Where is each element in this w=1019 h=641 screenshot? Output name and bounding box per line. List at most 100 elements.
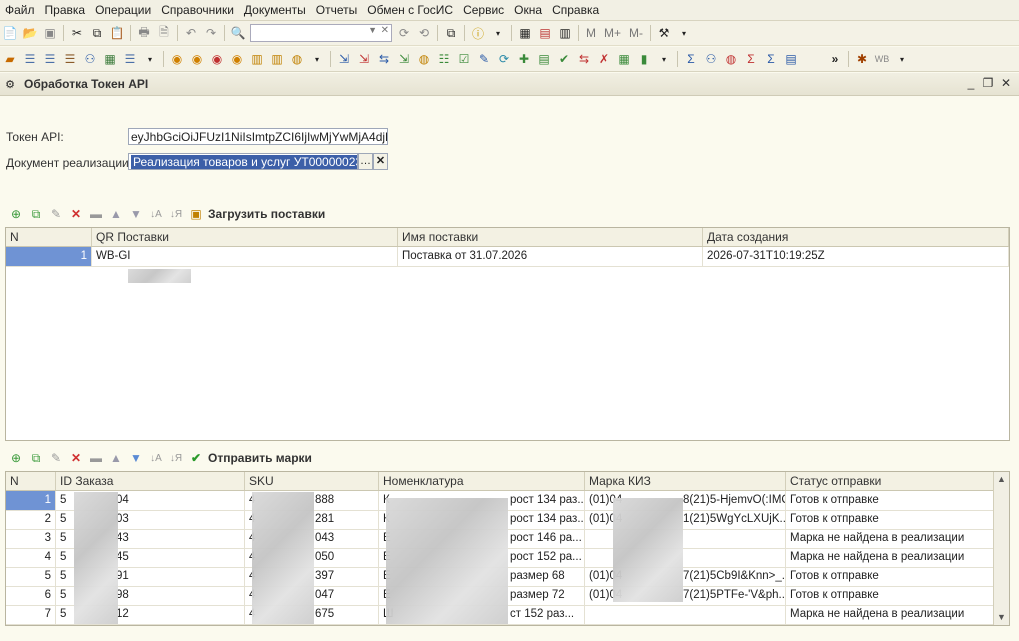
doc-move-red-icon[interactable]: ⇆	[575, 51, 593, 67]
report-icon[interactable]: Σ	[682, 51, 700, 67]
web-icon[interactable]: WB	[873, 51, 891, 67]
print-icon[interactable]: 🖶	[135, 25, 153, 41]
menu-operations[interactable]: Операции	[90, 3, 156, 17]
cut-icon[interactable]: ✂	[68, 25, 86, 41]
menu-documents[interactable]: Документы	[239, 3, 311, 17]
memory-button[interactable]: M	[586, 26, 596, 40]
dropdown-arrow-icon[interactable]: ▾	[489, 25, 507, 41]
doc-edit-icon[interactable]: ✎	[475, 51, 493, 67]
stack-blue-icon[interactable]: ☰	[41, 51, 59, 67]
more-chevron-icon[interactable]: »	[826, 51, 844, 67]
purchases-icon[interactable]: ◉	[188, 51, 206, 67]
table-icon[interactable]: ▦	[101, 51, 119, 67]
store-icon[interactable]: ▥	[268, 51, 286, 67]
col-sku[interactable]: SKU	[245, 472, 379, 490]
move-down-icon[interactable]: ▼	[127, 206, 145, 222]
calendar-icon[interactable]: ▤	[536, 25, 554, 41]
sort-desc-icon[interactable]: ↓Я	[167, 450, 185, 466]
people-icon[interactable]: ⚇	[81, 51, 99, 67]
menu-service[interactable]: Сервис	[458, 3, 509, 17]
coins-stack-icon[interactable]: ◍	[415, 51, 433, 67]
sort-asc-icon[interactable]: ↓A	[147, 450, 165, 466]
menu-reports[interactable]: Отчеты	[311, 3, 362, 17]
stack-brown-icon[interactable]: ☰	[61, 51, 79, 67]
dropdown-arrow-icon[interactable]: ▾	[655, 51, 673, 67]
doc-red-icon[interactable]: ⇲	[355, 51, 373, 67]
marks-table[interactable]: N ID Заказа SKU Номенклатура Марка КИЗ С…	[5, 471, 1010, 626]
copy-row-icon[interactable]: ⧉	[27, 450, 45, 466]
move-up-icon[interactable]: ▲	[107, 450, 125, 466]
stack-icon[interactable]: ☰	[21, 51, 39, 67]
open-folder-icon[interactable]: 📂	[21, 25, 39, 41]
move-up-icon[interactable]: ▲	[107, 206, 125, 222]
calculator-icon[interactable]: ▦	[516, 25, 534, 41]
edit-icon[interactable]: ✎	[47, 450, 65, 466]
restore-icon[interactable]: ❐	[981, 76, 995, 90]
undo-icon[interactable]: ↶	[182, 25, 200, 41]
search-input[interactable]: ▼ ✕	[250, 24, 392, 42]
dropdown-arrow-icon[interactable]: ▾	[893, 51, 911, 67]
add-doc-icon[interactable]: ✚	[515, 51, 533, 67]
tools-icon[interactable]: ⚒	[655, 25, 673, 41]
report-coins-icon[interactable]: ◍	[722, 51, 740, 67]
col-date[interactable]: Дата создания	[703, 228, 1009, 246]
col-name[interactable]: Имя поставки	[398, 228, 703, 246]
minimize-icon[interactable]: _	[964, 76, 978, 90]
find-next-icon[interactable]: ⟳	[395, 25, 413, 41]
load-supplies-icon[interactable]: ▣	[187, 206, 205, 222]
sales-icon[interactable]: ◉	[168, 51, 186, 67]
marks-scrollbar[interactable]: ▲ ▼	[993, 472, 1009, 625]
doc-arrow-icon[interactable]: ⇲	[335, 51, 353, 67]
close-icon[interactable]: ✕	[999, 76, 1013, 90]
col-n[interactable]: N	[6, 228, 92, 246]
menu-file[interactable]: Файл	[0, 3, 40, 17]
doc-check-icon[interactable]: ☑	[455, 51, 473, 67]
memory-minus-button[interactable]: M-	[629, 26, 643, 40]
coins-icon[interactable]: ◍	[288, 51, 306, 67]
col-status[interactable]: Статус отправки	[786, 472, 994, 490]
sort-desc-icon[interactable]: ↓Я	[167, 206, 185, 222]
doc-cancel-icon[interactable]: ✗	[595, 51, 613, 67]
doc-table-icon[interactable]: ▦	[615, 51, 633, 67]
orders-icon[interactable]: ◉	[228, 51, 246, 67]
select-doc-button[interactable]: …	[358, 153, 373, 170]
clear-doc-button[interactable]: ✕	[373, 153, 388, 170]
doc-green-icon[interactable]: ⇲	[395, 51, 413, 67]
info-icon[interactable]: ⓘ	[469, 25, 487, 41]
windows-icon[interactable]: ⧉	[442, 25, 460, 41]
paste-icon[interactable]: 📋	[108, 25, 126, 41]
memory-plus-button[interactable]: M+	[604, 26, 621, 40]
table-row[interactable]: 1 WB-GI Поставка от 31.07.2026 2026-07-3…	[6, 247, 1009, 283]
menu-windows[interactable]: Окна	[509, 3, 547, 17]
menu-edit[interactable]: Правка	[40, 3, 91, 17]
col-kiz[interactable]: Марка КИЗ	[585, 472, 786, 490]
find-icon[interactable]: 🔍	[229, 25, 247, 41]
copy-icon[interactable]: ⧉	[88, 25, 106, 41]
scroll-up-icon[interactable]: ▲	[994, 472, 1009, 487]
load-supplies-button[interactable]: Загрузить поставки	[208, 207, 325, 221]
report-people-icon[interactable]: ⚇	[702, 51, 720, 67]
menu-help[interactable]: Справка	[547, 3, 604, 17]
check-doc-icon[interactable]: ✔	[555, 51, 573, 67]
add-icon[interactable]: ⊕	[7, 450, 25, 466]
clipboard-icon[interactable]: ▥	[556, 25, 574, 41]
checkmark-icon[interactable]: ✔	[187, 450, 205, 466]
supplies-table[interactable]: N QR Поставки Имя поставки Дата создания…	[5, 227, 1010, 441]
find-prev-icon[interactable]: ⟲	[415, 25, 433, 41]
new-document-icon[interactable]: 📄	[1, 25, 19, 41]
doc-input[interactable]: Реализация товаров и услуг УТ000000239 о	[128, 153, 358, 170]
col-order-id[interactable]: ID Заказа	[56, 472, 245, 490]
dropdown-arrow-icon[interactable]: ▾	[308, 51, 326, 67]
refresh-doc-icon[interactable]: ⟳	[495, 51, 513, 67]
col-nomenclature[interactable]: Номенклатура	[379, 472, 585, 490]
report-sigma-icon[interactable]: Σ	[762, 51, 780, 67]
col-n[interactable]: N	[6, 472, 56, 490]
doc-move-icon[interactable]: ⇆	[375, 51, 393, 67]
warehouse-icon[interactable]: ▥	[248, 51, 266, 67]
doc-list-icon[interactable]: ☷	[435, 51, 453, 67]
books-icon[interactable]: ▰	[1, 51, 19, 67]
add-icon[interactable]: ⊕	[7, 206, 25, 222]
end-edit-icon[interactable]: ▬	[87, 450, 105, 466]
menu-gosis-exchange[interactable]: Обмен с ГосИС	[362, 3, 458, 17]
move-down-icon[interactable]: ▼	[127, 450, 145, 466]
